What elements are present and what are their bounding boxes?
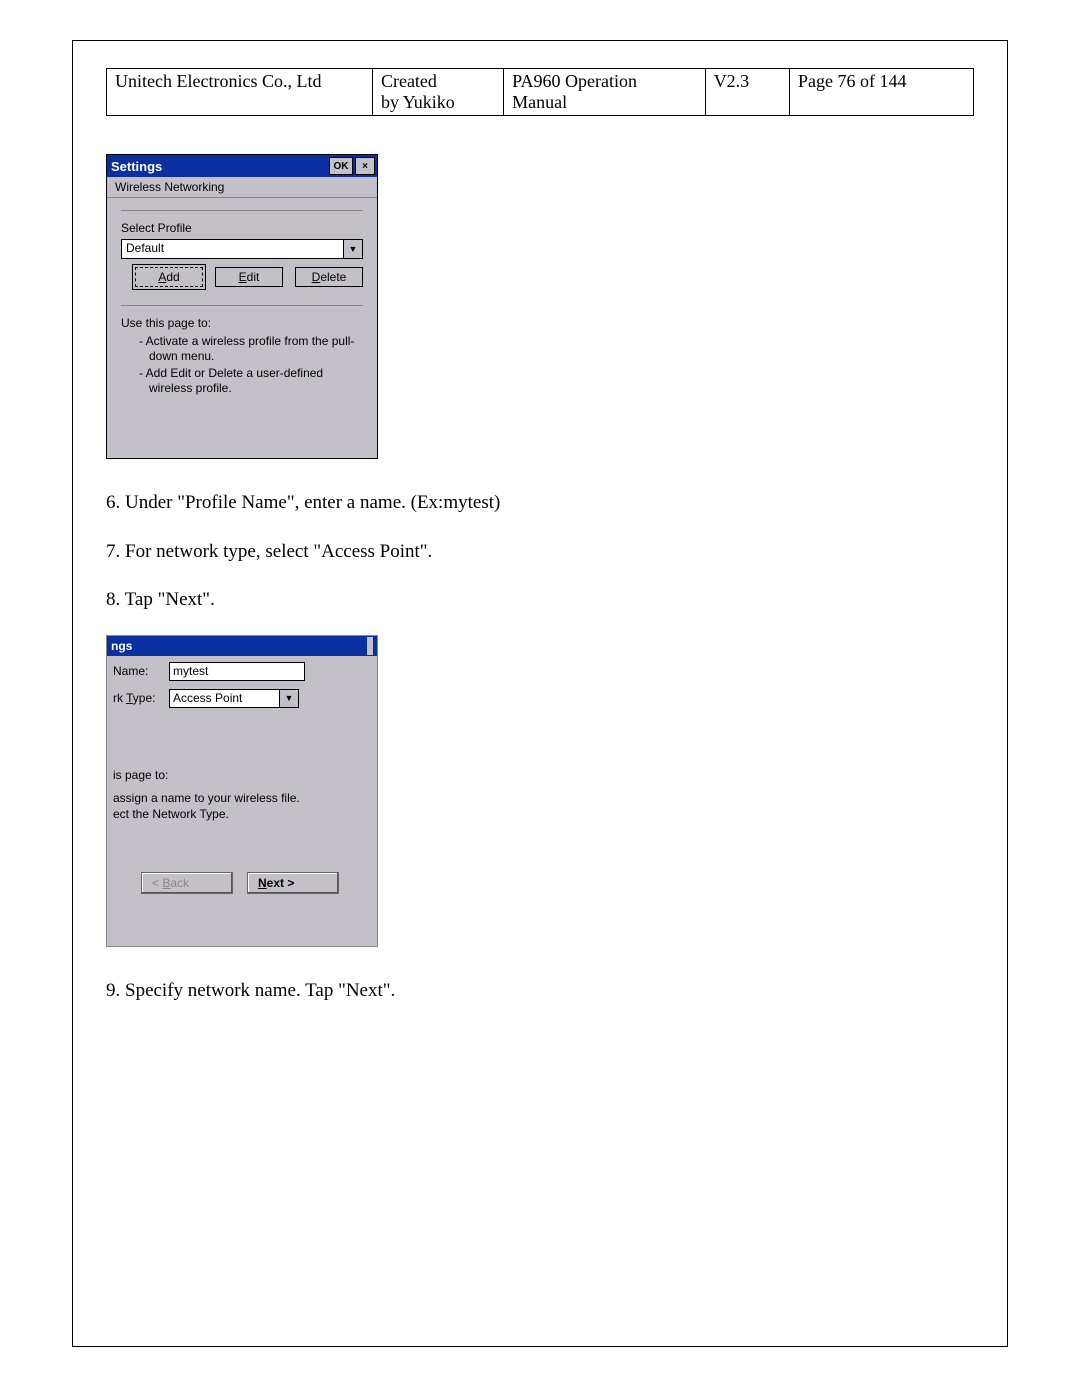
titlebar: Settings OK × [107,155,377,177]
close-button[interactable]: × [355,157,375,175]
divider [121,305,363,306]
step-9: 9. Specify network name. Tap "Next". [106,977,974,1006]
help-item: - Activate a wireless profile from the p… [139,334,363,364]
network-type-select[interactable]: Access Point ▼ [169,689,299,708]
profile-select-value[interactable]: Default [121,239,344,259]
divider [121,210,363,211]
help-title: Use this page to: [121,316,363,330]
profile-name-input[interactable]: mytest [169,662,305,681]
header-manual: PA960 Operation Manual [504,69,706,116]
next-button[interactable]: Next > [247,872,339,894]
profile-wizard-screenshot: ngs Name: mytest rk Type: Access Point ▼… [106,635,378,947]
ok-button[interactable]: OK [329,157,353,175]
back-button: < Back [141,872,233,894]
step-6: 6. Under "Profile Name", enter a name. (… [106,489,974,518]
window-title-fragment: ngs [111,639,132,653]
help-item: - Add Edit or Delete a user-defined wire… [139,366,363,396]
step-8: 8. Tap "Next". [106,586,974,615]
titlebar-edge [367,637,373,655]
header-company: Unitech Electronics Co., Ltd [107,69,373,116]
document-header: Unitech Electronics Co., Ltd Created by … [106,68,974,116]
titlebar: ngs [107,636,377,656]
dropdown-arrow-icon[interactable]: ▼ [344,239,363,259]
network-type-label: rk Type: [113,691,169,705]
help-text: is page to: assign a name to your wirele… [113,768,367,823]
help-list: - Activate a wireless profile from the p… [121,334,363,396]
header-page: Page 76 of 144 [790,69,974,116]
header-version: V2.3 [705,69,789,116]
tab-wireless-networking[interactable]: Wireless Networking [107,177,377,198]
name-label: Name: [113,664,169,678]
add-button[interactable]: Add [135,267,203,287]
profile-select[interactable]: Default ▼ [121,239,363,259]
step-7: 7. For network type, select "Access Poin… [106,538,974,567]
dropdown-arrow-icon[interactable]: ▼ [280,689,299,708]
edit-button[interactable]: Edit [215,267,283,287]
network-type-value[interactable]: Access Point [169,689,280,708]
window-title: Settings [111,159,162,174]
settings-dialog-screenshot: Settings OK × Wireless Networking Select… [106,154,378,459]
select-profile-label: Select Profile [121,221,363,235]
delete-button[interactable]: Delete [295,267,363,287]
header-created: Created by Yukiko [372,69,503,116]
